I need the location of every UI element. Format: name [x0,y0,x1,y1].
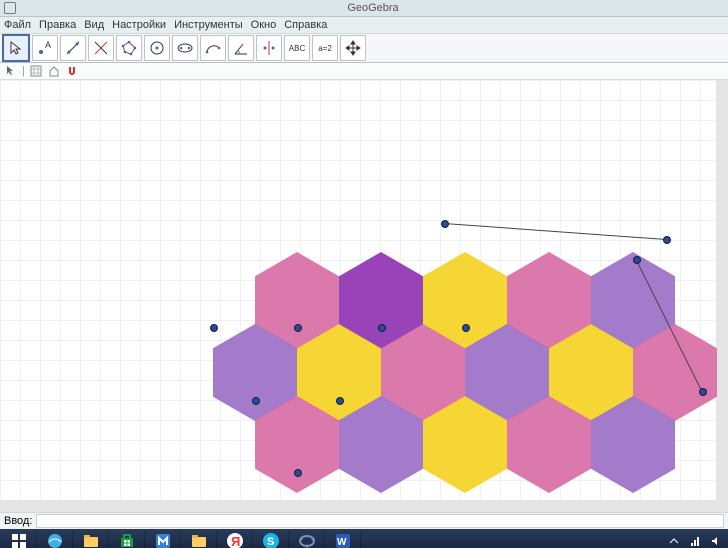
command-input[interactable] [36,514,724,528]
arrows-icon [345,40,361,56]
menu-tools[interactable]: Инструменты [174,19,243,31]
polygon-icon [121,40,137,56]
app-icon [4,2,16,14]
yandex-app-icon[interactable]: Я [218,530,253,548]
maxthon-app-icon[interactable] [146,530,181,548]
circle-icon [149,40,165,56]
menu-bar: Файл Правка Вид Настройки Инструменты Ок… [0,17,728,34]
text-tool-button[interactable]: ABC [284,35,310,61]
windows-taskbar: Я S W [0,529,728,548]
line-tool-button[interactable] [60,35,86,61]
svg-text:S: S [267,536,274,548]
ellipse-tool-button[interactable] [172,35,198,61]
secondary-toolbar: | [0,63,728,80]
tray-volume-icon[interactable] [708,533,724,548]
text-icon: ABC [289,44,305,53]
polygon-tool-button[interactable] [116,35,142,61]
slider-tool-button[interactable]: a=2 [312,35,338,61]
ie-app-icon[interactable] [38,530,73,548]
geom-point[interactable] [210,324,218,332]
menu-view[interactable]: Вид [84,19,104,31]
ellipse-icon [177,40,193,56]
geom-point[interactable] [441,220,449,228]
perp-icon [93,40,109,56]
input-label: Ввод: [4,515,32,527]
angle-icon [233,40,249,56]
line-icon [65,40,81,56]
arc-tool-button[interactable] [200,35,226,61]
geom-point[interactable] [294,469,302,477]
magnet-icon[interactable] [65,64,79,78]
home-icon[interactable] [47,64,61,78]
geom-point[interactable] [252,397,260,405]
store-app-icon[interactable] [110,530,145,548]
vertical-scrollbar[interactable] [716,80,728,512]
point-tool-button[interactable]: A [32,35,58,61]
perp-tool-button[interactable] [88,35,114,61]
start-button[interactable] [2,530,37,548]
menu-window[interactable]: Окно [251,19,277,31]
cursor-menu-icon[interactable] [4,64,18,78]
move-tool-button[interactable] [2,34,30,62]
reflect-tool-button[interactable] [256,35,282,61]
geom-point[interactable] [294,324,302,332]
tray-up-icon[interactable] [666,533,682,548]
circle-tool-button[interactable] [144,35,170,61]
move-view-button[interactable] [340,35,366,61]
folder-app-icon[interactable] [182,530,217,548]
window-titlebar: GeoGebra [0,0,728,17]
arc-icon [205,40,221,56]
graphics-view[interactable] [0,80,728,512]
menu-help[interactable]: Справка [284,19,327,31]
word-app-icon[interactable]: W [326,530,361,548]
geom-point[interactable] [336,397,344,405]
svg-text:A: A [45,40,51,50]
menu-settings[interactable]: Настройки [112,19,166,31]
geogebra-app-icon[interactable] [290,530,325,548]
explorer-app-icon[interactable] [74,530,109,548]
point-icon: A [37,40,53,56]
segment-line[interactable] [444,223,666,240]
svg-text:W: W [337,537,347,548]
angle-tool-button[interactable] [228,35,254,61]
horizontal-scrollbar[interactable] [0,500,728,512]
window-title: GeoGebra [22,2,724,14]
menu-file[interactable]: Файл [4,19,31,31]
geom-point[interactable] [378,324,386,332]
geom-point[interactable] [663,236,671,244]
geom-point[interactable] [462,324,470,332]
skype-app-icon[interactable]: S [254,530,289,548]
command-input-bar: Ввод: [0,512,728,529]
menu-edit[interactable]: Правка [39,19,76,31]
axes-icon[interactable] [29,64,43,78]
tray-network-icon[interactable] [687,533,703,548]
geom-point[interactable] [699,388,707,396]
slider-icon: a=2 [318,44,332,53]
separator-icon: | [22,65,25,77]
svg-text:Я: Я [231,534,240,548]
main-toolbar: A ABC a=2 [0,34,728,63]
reflect-icon [261,40,277,56]
geom-point[interactable] [633,256,641,264]
cursor-icon [8,40,24,56]
